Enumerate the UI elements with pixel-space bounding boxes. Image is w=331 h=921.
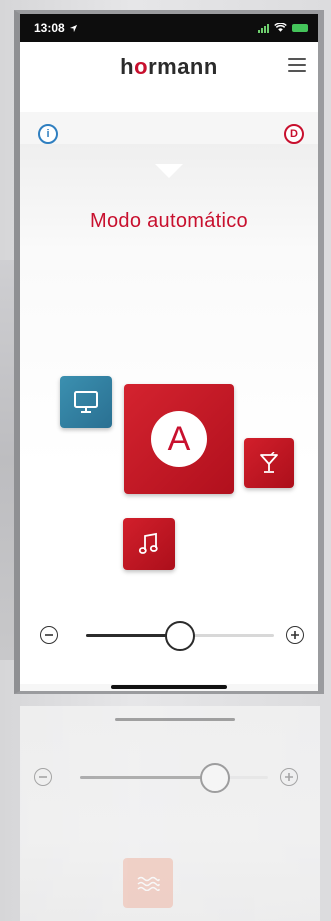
status-time: 13:08: [34, 21, 65, 35]
plus-icon: [285, 773, 293, 781]
reflection-plus: [280, 768, 298, 786]
waves-icon: [137, 876, 160, 891]
location-arrow-icon: [69, 24, 77, 32]
logo-part: h: [120, 54, 135, 79]
plus-icon: [291, 631, 299, 639]
info-icon[interactable]: i: [38, 124, 58, 144]
party-mode-tile[interactable]: [244, 438, 294, 488]
minus-icon: [39, 776, 47, 778]
decrease-button[interactable]: [40, 626, 58, 644]
logo-part: o: [134, 54, 149, 79]
auto-a-badge: A: [151, 411, 207, 467]
device-icon-letter: D: [290, 128, 298, 140]
hamburger-menu-icon[interactable]: [288, 58, 306, 72]
cocktail-icon: [260, 452, 278, 473]
stage: 13:08 hormann i D Modo automático A: [0, 0, 331, 921]
reflection-tile: [123, 858, 173, 908]
reflection-minus: [34, 768, 52, 786]
music-note-icon: [138, 532, 158, 554]
panel-notch: [155, 164, 183, 178]
reflection-fill: [80, 776, 216, 779]
app-header: hormann: [20, 42, 318, 112]
reflection-thumb: [200, 763, 231, 793]
status-left: 13:08: [34, 21, 78, 35]
automatic-mode-tile[interactable]: A: [124, 384, 234, 494]
reflection-bar: [115, 718, 235, 721]
home-indicator[interactable]: [111, 685, 227, 689]
hormann-logo: hormann: [20, 54, 318, 80]
reflection-slider: [28, 762, 298, 793]
auto-letter: A: [167, 419, 191, 458]
status-right: [258, 23, 308, 33]
device-d-icon[interactable]: D: [284, 124, 304, 144]
increase-button[interactable]: [286, 626, 304, 644]
phone-screen: 13:08 hormann i D Modo automático A: [14, 10, 324, 694]
screen-reflection: [20, 706, 320, 921]
signal-icon: [258, 23, 269, 33]
reflection-track: [80, 763, 268, 793]
battery-icon: [292, 24, 308, 32]
slider-track[interactable]: [86, 621, 274, 651]
slider-thumb[interactable]: [165, 621, 195, 651]
info-icon-letter: i: [46, 128, 50, 140]
music-mode-tile[interactable]: [123, 518, 175, 570]
tv-mode-tile[interactable]: [60, 376, 112, 428]
minus-icon: [45, 634, 53, 636]
intensity-slider[interactable]: [34, 620, 304, 651]
wifi-icon: [274, 23, 287, 32]
status-bar: 13:08: [20, 14, 318, 42]
monitor-icon: [74, 391, 98, 413]
mode-title: Modo automático: [90, 210, 248, 232]
logo-part: rmann: [148, 54, 218, 79]
